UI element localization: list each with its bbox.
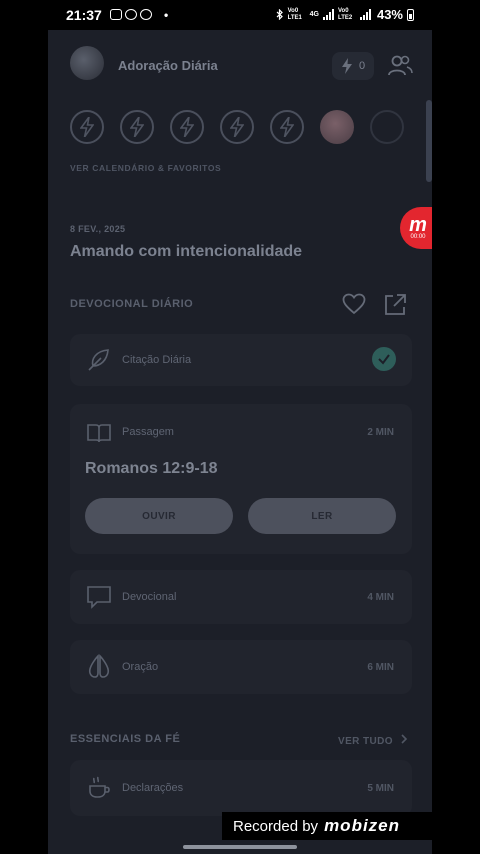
prayer-label: Oração	[122, 661, 159, 673]
lightning-icon	[180, 117, 194, 137]
network-type: 4G	[309, 11, 319, 18]
watermark-text: Recorded by	[233, 817, 319, 835]
day-circle-today[interactable]	[320, 110, 354, 144]
notification-icons	[110, 9, 152, 20]
lightning-icon	[341, 58, 352, 74]
lightning-icon	[230, 117, 244, 137]
prayer-card[interactable]: Oração 6 MIN	[70, 640, 412, 694]
mobizen-record-badge[interactable]: m 00:00	[400, 207, 432, 249]
passage-duration: 2 MIN	[367, 427, 394, 438]
devotional-title: Amando com intencionalidade	[70, 243, 303, 260]
declarations-label: Declarações	[122, 782, 184, 794]
recorder-watermark: Recorded by mobizen	[222, 812, 450, 840]
day-circle[interactable]	[270, 110, 304, 144]
more-notifications-dot: •	[164, 8, 169, 22]
gallery-notification-icon	[110, 9, 122, 20]
app-logo[interactable]	[70, 46, 104, 80]
lightning-icon	[130, 117, 144, 137]
quote-label: Citação Diária	[122, 354, 192, 366]
devotional-label: Devocional	[122, 591, 177, 603]
phone-screen: 21:37 • Vo0 LTE1 4G Vo0 LTE2 43% Adoraçã…	[48, 0, 432, 854]
see-all-label: VER TUDO	[338, 736, 393, 747]
day-circle[interactable]	[170, 110, 204, 144]
gesture-navigation-bar[interactable]	[183, 845, 297, 849]
app-header: Adoração Diária 0	[48, 30, 432, 98]
faith-essentials-label: ESSENCIAIS DA FÉ	[70, 733, 181, 745]
see-all-link[interactable]: VER TUDO	[338, 734, 408, 747]
declarations-duration: 5 MIN	[367, 783, 394, 794]
volte1-label: Vo0 LTE1	[287, 7, 302, 21]
mobizen-badge-letter: m	[409, 214, 427, 236]
signal1-icon	[322, 9, 334, 20]
messenger-notification-icon	[125, 9, 137, 20]
battery-percent: 43%	[376, 7, 403, 22]
day-circle[interactable]	[120, 110, 154, 144]
lightning-icon	[80, 117, 94, 137]
devotional-card[interactable]: Devocional 4 MIN	[70, 570, 412, 624]
status-right: Vo0 LTE1 4G Vo0 LTE2 43%	[276, 7, 414, 22]
declarations-card[interactable]: Declarações 5 MIN	[70, 760, 412, 816]
praying-hands-icon	[88, 654, 110, 678]
speech-bubble-icon	[87, 586, 111, 609]
passage-label: Passagem	[122, 426, 174, 438]
battery-icon	[407, 8, 414, 21]
listen-button[interactable]: OUVIR	[85, 498, 233, 534]
heart-icon[interactable]	[342, 292, 366, 316]
passage-card[interactable]: Passagem 2 MIN Romanos 12:9-18 OUVIR LER	[70, 404, 412, 554]
check-icon	[372, 347, 396, 371]
app-title: Adoração Diária	[118, 58, 218, 73]
streak-button[interactable]: 0	[332, 52, 374, 80]
daily-devotional-label: DEVOCIONAL DIÁRIO	[70, 298, 194, 310]
lightning-icon	[280, 117, 294, 137]
share-icon[interactable]	[382, 292, 408, 318]
volte2-label: Vo0 LTE2	[337, 7, 353, 21]
day-circle-future[interactable]	[370, 110, 404, 144]
prayer-duration: 6 MIN	[367, 662, 394, 673]
streak-count: 0	[358, 60, 366, 72]
day-circle[interactable]	[220, 110, 254, 144]
read-button[interactable]: LER	[248, 498, 396, 534]
streak-days-row	[70, 110, 404, 144]
feather-icon	[88, 349, 109, 371]
bluetooth-icon	[276, 9, 283, 20]
day-circle[interactable]	[70, 110, 104, 144]
mobizen-notification-icon	[140, 9, 152, 20]
people-icon[interactable]	[386, 52, 414, 80]
devotional-date: 8 FEV., 2025	[70, 224, 126, 234]
signal2-icon	[359, 9, 371, 20]
devotional-duration: 4 MIN	[367, 592, 394, 603]
chevron-right-icon	[401, 734, 408, 744]
book-icon	[87, 424, 111, 443]
mobizen-badge-time: 00:00	[410, 234, 426, 240]
passage-reference: Romanos 12:9-18	[85, 460, 218, 477]
status-bar: 21:37 • Vo0 LTE1 4G Vo0 LTE2 43%	[48, 0, 432, 30]
calendar-favorites-link[interactable]: VER CALENDÁRIO & FAVORITOS	[70, 163, 221, 173]
status-time: 21:37	[66, 7, 102, 23]
quote-card[interactable]: Citação Diária	[70, 334, 412, 386]
scrollbar[interactable]	[426, 100, 432, 182]
watermark-brand: mobizen	[324, 816, 401, 835]
coffee-cup-icon	[89, 776, 110, 798]
